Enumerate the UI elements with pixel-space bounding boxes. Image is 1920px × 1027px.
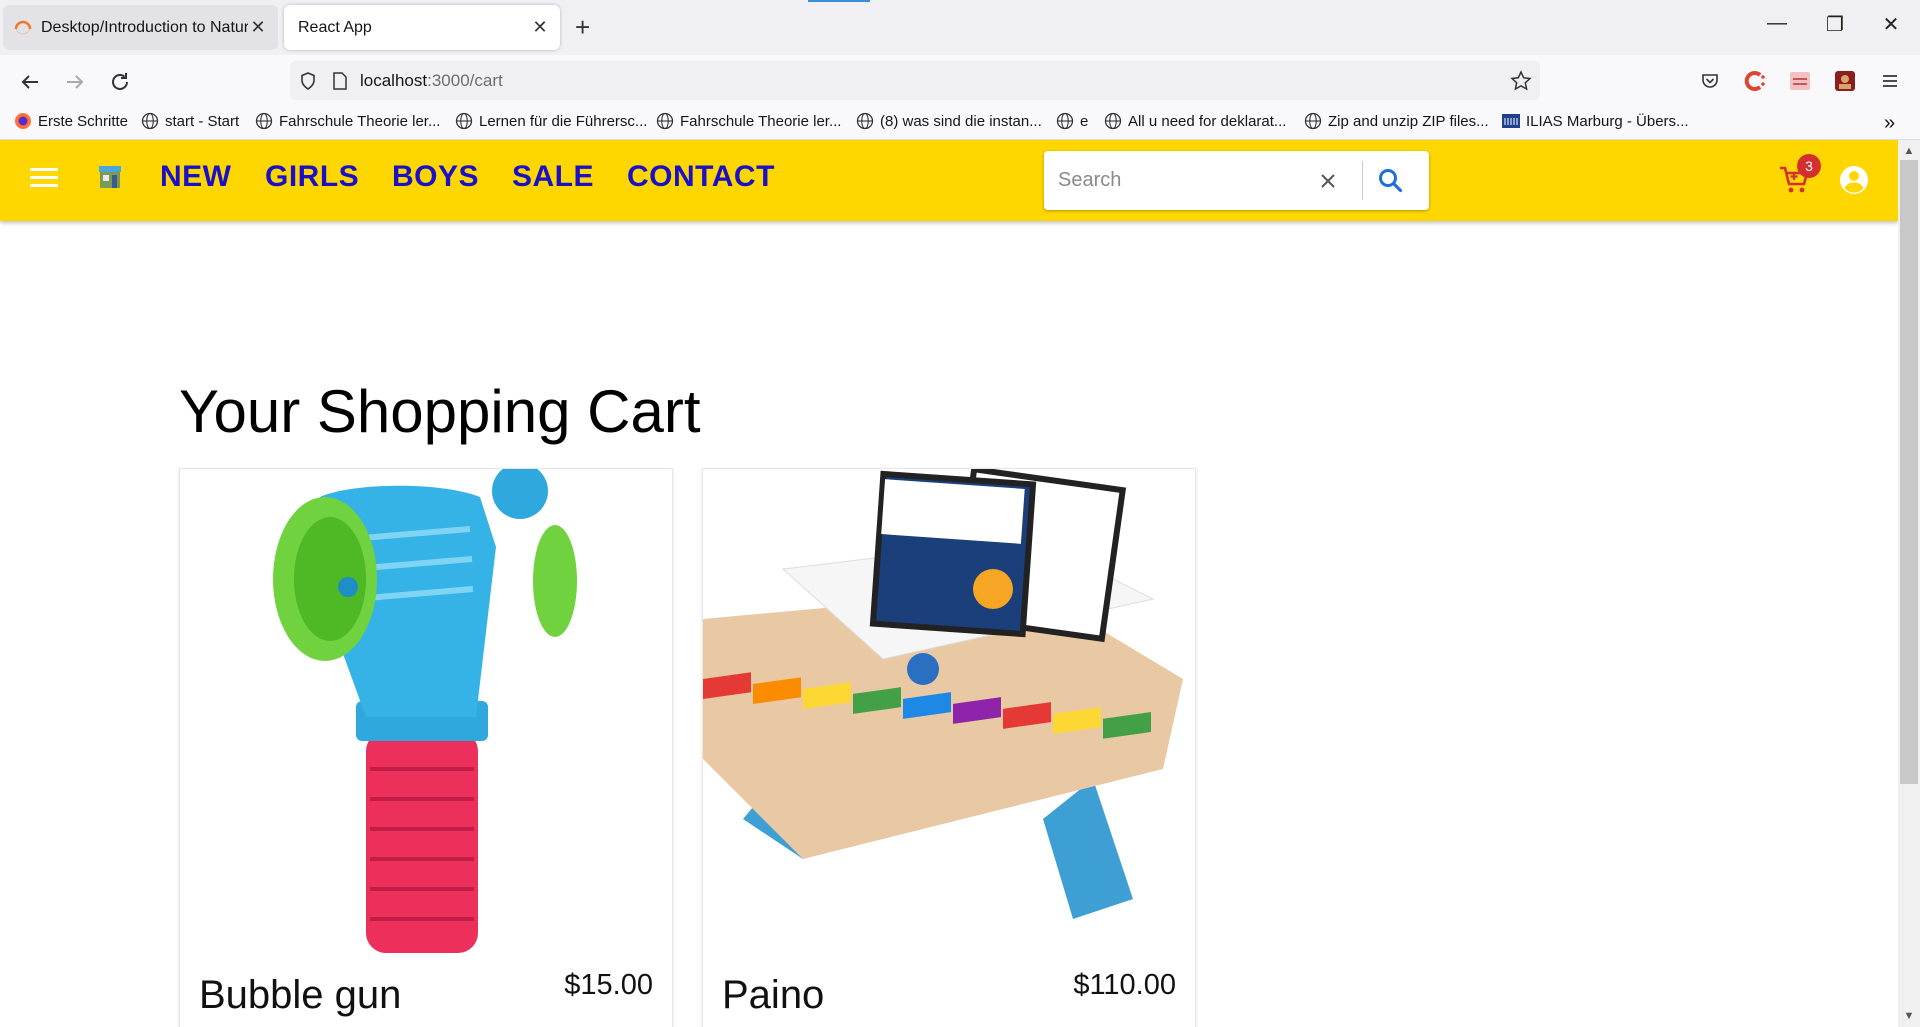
forward-icon[interactable] xyxy=(60,67,90,97)
tab-title: Desktop/Introduction to Natur xyxy=(41,18,248,36)
extension-avatar-icon[interactable] xyxy=(1831,67,1859,95)
back-icon[interactable] xyxy=(15,67,45,97)
bubble-gun-product-image xyxy=(180,469,672,961)
nav-link-girls[interactable]: GIRLS xyxy=(265,160,359,194)
cart-item-price: $15.00 xyxy=(564,969,653,1001)
search-divider xyxy=(1362,161,1363,200)
clear-search-icon[interactable] xyxy=(1316,169,1340,193)
globe-icon xyxy=(1104,112,1122,130)
bookmark-item[interactable]: Zip and unzip ZIP files... xyxy=(1304,112,1489,130)
close-tab-icon[interactable]: ✕ xyxy=(530,17,550,38)
bookmark-item[interactable]: Erste Schritte xyxy=(14,112,128,130)
ilias-icon xyxy=(1502,114,1520,128)
cors-extension-icon[interactable] xyxy=(1786,67,1814,95)
cart-item-card[interactable]: Bubble gun $15.00 xyxy=(179,468,673,1027)
account-circle-icon[interactable] xyxy=(1838,164,1870,196)
bookmark-item[interactable]: Fahrschule Theorie ler... xyxy=(255,112,440,130)
menu-hamburger-icon[interactable] xyxy=(30,168,58,192)
page-viewport: NEW GIRLS BOYS SALE CONTACT 3 Your Shopp… xyxy=(0,140,1920,1027)
nav-link-contact[interactable]: CONTACT xyxy=(627,160,775,194)
globe-icon xyxy=(455,112,473,130)
app-header: NEW GIRLS BOYS SALE CONTACT 3 xyxy=(0,140,1898,221)
page-info-icon[interactable] xyxy=(332,71,348,90)
bookmark-item[interactable]: Lernen für die Führersc... xyxy=(455,112,647,130)
new-tab-plus-icon[interactable]: + xyxy=(575,14,590,40)
minimize-icon[interactable]: — xyxy=(1762,12,1792,35)
close-window-icon[interactable]: ✕ xyxy=(1876,12,1906,37)
bookmark-star-icon[interactable] xyxy=(1510,69,1532,92)
tab-title: React App xyxy=(298,18,372,36)
piano-product-image xyxy=(703,469,1195,961)
tracking-protection-shield-icon[interactable] xyxy=(298,71,318,91)
app-menu-icon[interactable] xyxy=(1876,67,1904,95)
tab-strip-indicator xyxy=(808,0,870,2)
browser-tab-react-app[interactable]: React App ✕ xyxy=(284,5,560,50)
bookmarks-toolbar: Erste Schritte start - Start Fahrschule … xyxy=(0,106,1920,140)
browser-tab-bar: Desktop/Introduction to Natur ✕ React Ap… xyxy=(0,0,1920,55)
globe-icon xyxy=(141,112,159,130)
store-logo-icon[interactable] xyxy=(97,164,123,190)
globe-icon xyxy=(856,112,874,130)
globe-icon xyxy=(656,112,674,130)
bookmark-item[interactable]: (8) was sind die instan... xyxy=(856,112,1042,130)
cart-count-badge: 3 xyxy=(1797,154,1821,178)
bookmark-item[interactable]: e xyxy=(1056,112,1088,130)
firefox-icon xyxy=(15,113,31,129)
search-input[interactable] xyxy=(1058,165,1308,195)
scroll-down-arrow-icon[interactable]: ▼ xyxy=(1900,1007,1918,1025)
bookmark-item[interactable]: All u need for deklarat... xyxy=(1104,112,1286,130)
extension-c-icon[interactable] xyxy=(1741,67,1769,95)
browser-navigation-bar: localhost:3000/cart xyxy=(0,55,1920,106)
bookmark-item[interactable]: ILIAS Marburg - Übers... xyxy=(1502,112,1689,130)
nav-link-new[interactable]: NEW xyxy=(160,160,232,194)
scroll-up-arrow-icon[interactable]: ▲ xyxy=(1900,142,1918,160)
cart-item-name: Paino xyxy=(722,973,825,1017)
search-icon[interactable] xyxy=(1376,166,1406,196)
reload-icon[interactable] xyxy=(105,67,135,97)
close-tab-icon[interactable]: ✕ xyxy=(248,17,268,38)
globe-icon xyxy=(1304,112,1322,130)
bookmark-item[interactable]: Fahrschule Theorie ler... xyxy=(656,112,841,130)
nav-link-boys[interactable]: BOYS xyxy=(392,160,479,194)
more-bookmarks-chevron-icon[interactable]: » xyxy=(1884,112,1895,135)
pocket-icon[interactable] xyxy=(1696,67,1724,95)
page-title: Your Shopping Cart xyxy=(179,378,701,445)
restore-icon[interactable]: ❐ xyxy=(1820,12,1850,37)
globe-icon xyxy=(1056,112,1074,130)
search-box xyxy=(1044,151,1429,210)
cart-item-card[interactable]: Paino $110.00 xyxy=(702,468,1196,1027)
bookmark-item[interactable]: start - Start xyxy=(141,112,239,130)
url-text: localhost:3000/cart xyxy=(360,70,503,90)
jupyter-favicon-icon xyxy=(14,20,32,34)
address-bar[interactable]: localhost:3000/cart xyxy=(290,61,1540,100)
cart-item-price: $110.00 xyxy=(1073,969,1176,1001)
browser-tab-introduction[interactable]: Desktop/Introduction to Natur ✕ xyxy=(3,5,278,50)
globe-icon xyxy=(255,112,273,130)
cart-item-name: Bubble gun xyxy=(199,973,402,1017)
nav-link-sale[interactable]: SALE xyxy=(512,160,594,194)
page-scrollbar-thumb[interactable] xyxy=(1900,160,1918,784)
